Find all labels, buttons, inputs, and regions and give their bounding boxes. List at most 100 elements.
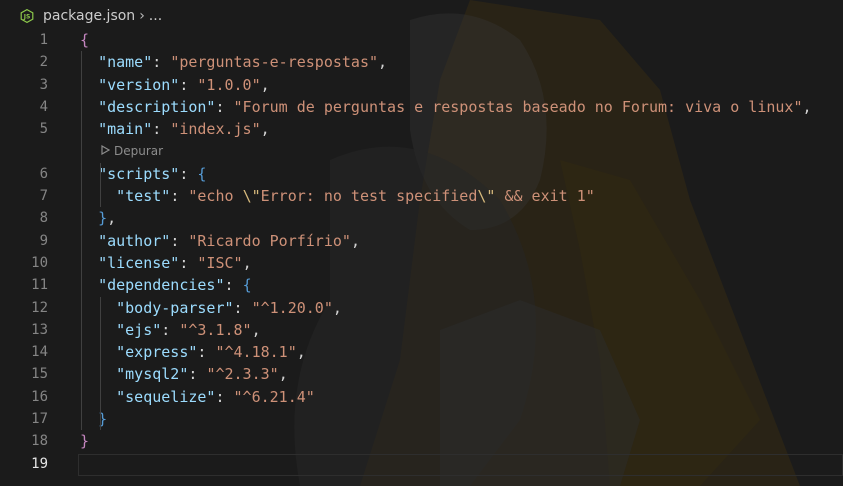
code-text[interactable]: "ejs": "^3.1.8", [80,319,261,341]
code-token: "1.0.0" [197,75,261,94]
code-token: , [378,53,388,72]
code-text[interactable]: "main": "index.js", [80,118,270,140]
code-text[interactable]: "mysql2": "^2.3.3", [80,363,288,385]
code-token: : [233,298,252,317]
debug-codelens[interactable]: Depurar [100,140,163,162]
code-token: Error: no test specified [260,187,478,206]
debug-codelens-label[interactable]: Depurar [114,140,163,162]
line-number: 1 [39,32,48,48]
code-text[interactable]: "scripts": { [80,163,206,185]
code-token: : [152,53,171,72]
line-number: 12 [31,299,48,316]
code-text[interactable]: "version": "1.0.0", [80,74,270,96]
code-token: "Forum de perguntas e respostas baseado … [233,97,803,116]
line-number: 6 [39,165,48,182]
code-line[interactable]: 16 "sequelize": "^6.21.4" [0,386,843,408]
code-line[interactable]: 8 }, [0,207,843,229]
code-line[interactable]: 1{ [0,29,843,51]
code-token: "^4.18.1" [215,343,297,362]
code-line[interactable]: 14 "express": "^4.18.1", [0,341,843,363]
code-token: : [170,187,189,206]
code-token: } [98,209,108,228]
code-text[interactable]: "express": "^4.18.1", [80,341,306,363]
code-token: , [260,120,270,139]
code-line[interactable]: 18} [0,430,843,452]
code-line[interactable]: 11 "dependencies": { [0,274,843,296]
code-line[interactable]: 9 "author": "Ricardo Porfírio", [0,230,843,252]
code-text[interactable]: }, [80,207,116,229]
code-token: "version" [98,75,180,94]
code-line[interactable]: 17 } [0,408,843,430]
code-token: "perguntas-e-respostas" [170,53,379,72]
code-token: , [332,298,342,317]
code-token: "author" [98,231,171,250]
line-number: 7 [39,188,48,205]
code-text[interactable]: } [80,408,107,430]
code-token: : [224,276,243,295]
code-editor[interactable]: 1{2 "name": "perguntas-e-respostas", 3 "v… [0,29,843,476]
code-line[interactable]: 2 "name": "perguntas-e-respostas", [0,51,843,73]
code-text[interactable]: "description": "Forum de perguntas e res… [80,96,811,118]
code-text[interactable]: "author": "Ricardo Porfírio", [80,230,360,252]
code-token: : [152,120,171,139]
line-number: 18 [31,433,48,450]
breadcrumb-separator-icon: › [139,8,145,24]
code-text[interactable]: "body-parser": "^1.20.0", [80,297,342,319]
code-token: \" [477,187,496,206]
code-line[interactable]: 13 "ejs": "^3.1.8", [0,319,843,341]
code-text[interactable]: "test": "echo \"Error: no test specified… [80,185,595,207]
code-token: "license" [98,253,180,272]
code-token: "^2.3.3" [206,365,279,384]
code-line[interactable]: 5 "main": "index.js", [0,118,843,140]
code-text[interactable]: } [80,430,89,452]
breadcrumb[interactable]: JS package.json › ... [0,0,843,32]
code-line[interactable]: 15 "mysql2": "^2.3.3", [0,363,843,385]
code-token: "sequelize" [116,387,216,406]
breadcrumb-file[interactable]: package.json [43,8,135,24]
code-token: , [242,253,252,272]
code-line[interactable]: 10 "license": "ISC", [0,252,843,274]
line-number: 8 [39,210,48,227]
line-number: 13 [31,321,48,338]
code-text[interactable]: { [80,29,89,51]
code-line[interactable]: 6 "scripts": { [0,163,843,185]
line-number: 10 [31,254,48,271]
code-token: "scripts" [98,164,180,183]
code-token: { [197,164,207,183]
codelens-row: Depurar [0,140,843,162]
code-token: "ejs" [116,320,162,339]
code-line[interactable]: 4 "description": "Forum de perguntas e r… [0,96,843,118]
line-number: 16 [31,388,48,405]
code-line[interactable]: 3 "version": "1.0.0", [0,74,843,96]
nodejs-icon: JS [20,9,34,23]
breadcrumb-symbols[interactable]: ... [149,8,162,24]
code-token: "test" [116,187,171,206]
indent-guide [100,296,101,431]
code-line[interactable]: 7 "test": "echo \"Error: no test specifi… [0,185,843,207]
line-number: 4 [39,98,48,115]
code-text[interactable]: "name": "perguntas-e-respostas", [80,51,387,73]
code-token: : [179,75,198,94]
code-line[interactable]: 19 [0,453,843,476]
code-text[interactable]: "license": "ISC", [80,252,252,274]
code-token: "name" [98,53,153,72]
code-token: && exit 1" [495,187,595,206]
code-line[interactable]: 12 "body-parser": "^1.20.0", [0,297,843,319]
line-number: 5 [39,121,48,138]
code-token: : [188,365,207,384]
code-token: , [107,209,117,228]
code-token: : [179,164,198,183]
line-number: 2 [39,54,48,71]
code-text[interactable]: "dependencies": { [80,274,252,296]
indent-guide [100,162,101,208]
line-number: 17 [31,411,48,428]
code-text[interactable]: "sequelize": "^6.21.4" [80,386,315,408]
